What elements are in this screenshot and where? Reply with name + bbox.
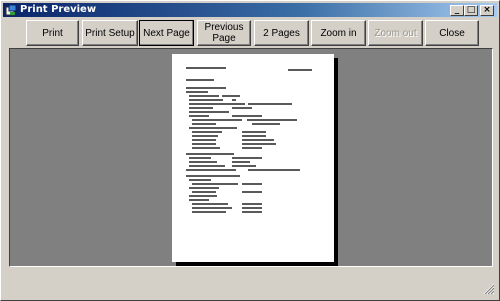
preview-text-line: [192, 147, 220, 149]
preview-text-line: [222, 95, 240, 97]
preview-text-line: [242, 191, 262, 193]
preview-text-line: [192, 143, 216, 145]
print-button[interactable]: Print: [26, 20, 79, 46]
preview-text-line: [192, 207, 232, 209]
preview-text-line: [189, 179, 211, 181]
preview-text-line: [189, 161, 217, 163]
preview-text-line: [192, 211, 226, 213]
preview-text-line: [189, 157, 211, 159]
preview-text-line: [186, 79, 214, 81]
preview-text-line: [189, 199, 209, 201]
preview-text-line: [232, 157, 262, 159]
preview-text-line: [189, 187, 219, 189]
preview-text-line: [192, 139, 216, 141]
preview-text-line: [248, 103, 292, 105]
preview-text-line: [189, 111, 229, 113]
close-icon: ×: [483, 5, 491, 15]
preview-text-line: [186, 87, 226, 89]
preview-area[interactable]: [9, 48, 493, 267]
preview-text-line: [192, 123, 216, 125]
preview-text-line: [192, 183, 238, 185]
close-window-button[interactable]: ×: [480, 5, 494, 16]
preview-text-line: [186, 175, 240, 177]
preview-text-line: [232, 107, 252, 109]
minimize-icon: _: [454, 5, 460, 15]
preview-text-line: [189, 103, 245, 105]
preview-text-line: [232, 161, 250, 163]
preview-text-line: [232, 99, 236, 101]
resize-grip-icon[interactable]: [483, 283, 495, 295]
preview-text-line: [192, 191, 216, 193]
preview-text-line: [242, 211, 262, 213]
preview-page[interactable]: [172, 54, 334, 262]
title-bar[interactable]: Print Preview _ □ ×: [3, 3, 497, 17]
zoom-out-button[interactable]: Zoom out: [368, 20, 423, 46]
toolbar: Print Print Setup Next Page Previous Pag…: [3, 18, 497, 47]
maximize-button[interactable]: □: [464, 5, 478, 16]
preview-text-line: [189, 115, 209, 117]
two-pages-button[interactable]: 2 Pages: [254, 20, 309, 46]
preview-text-line: [192, 203, 228, 205]
zoom-in-button[interactable]: Zoom in: [311, 20, 366, 46]
preview-text-line: [242, 139, 274, 141]
preview-text-line: [242, 203, 262, 205]
close-button[interactable]: Close: [425, 20, 479, 46]
preview-text-line: [186, 169, 236, 171]
preview-text-line: [186, 153, 234, 155]
preview-text-line: [288, 69, 312, 71]
next-page-button[interactable]: Next Page: [139, 20, 194, 46]
preview-text-line: [242, 135, 266, 137]
preview-text-line: [242, 143, 276, 145]
preview-text-line: [189, 195, 217, 197]
preview-text-line: [189, 165, 225, 167]
preview-text-line: [232, 115, 262, 117]
preview-text-line: [248, 169, 300, 171]
preview-text-line: [189, 127, 237, 129]
preview-text-line: [189, 95, 219, 97]
preview-text-line: [242, 207, 262, 209]
print-setup-button[interactable]: Print Setup: [82, 20, 138, 46]
preview-text-line: [242, 131, 266, 133]
print-preview-window: Print Preview _ □ × Print Print Setup Ne…: [0, 0, 500, 301]
preview-text-line: [189, 99, 223, 101]
preview-text-line: [192, 135, 218, 137]
preview-text-line: [242, 183, 262, 185]
window-title: Print Preview: [20, 4, 97, 15]
preview-text-line: [247, 119, 297, 121]
print-preview-app-icon: [5, 4, 17, 16]
preview-text-line: [192, 131, 222, 133]
status-bar: [3, 273, 497, 297]
preview-text-line: [189, 107, 213, 109]
preview-text-line: [232, 165, 256, 167]
maximize-icon: □: [466, 5, 476, 15]
minimize-button[interactable]: _: [450, 5, 464, 16]
preview-text-line: [192, 119, 242, 121]
preview-text-line: [242, 147, 262, 149]
preview-text-line: [186, 91, 208, 93]
previous-page-button[interactable]: Previous Page: [197, 20, 251, 46]
preview-text-line: [252, 123, 280, 125]
preview-text-line: [186, 67, 226, 69]
